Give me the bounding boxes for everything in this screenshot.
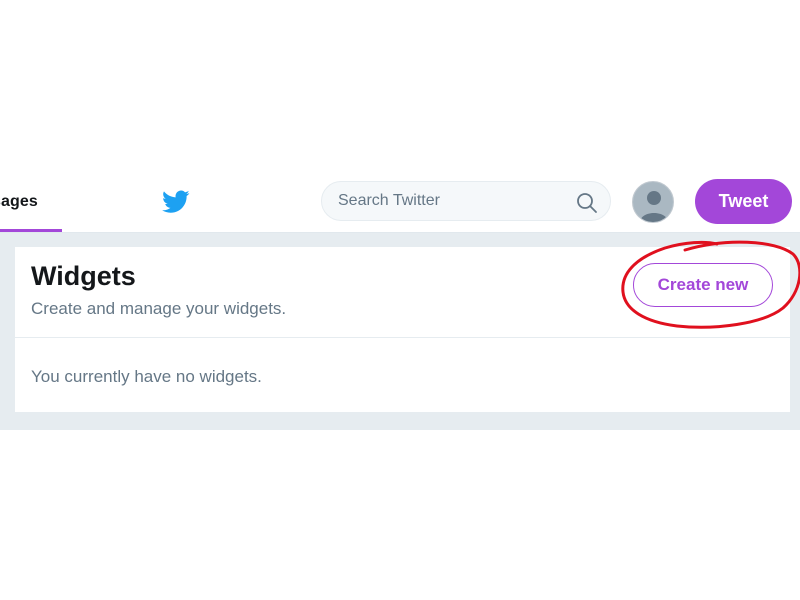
search-input[interactable]: [338, 182, 558, 220]
avatar[interactable]: [632, 181, 674, 223]
tab-messages[interactable]: sages: [0, 172, 54, 231]
default-avatar-icon: [633, 182, 673, 222]
empty-state-message: You currently have no widgets.: [31, 367, 262, 386]
search-box[interactable]: [321, 181, 611, 221]
tab-messages-label: sages: [0, 192, 38, 210]
search-icon[interactable]: [576, 192, 598, 214]
widgets-card: Widgets Create and manage your widgets. …: [15, 247, 790, 412]
widgets-card-header: Widgets Create and manage your widgets. …: [15, 247, 790, 338]
active-tab-indicator: [0, 229, 62, 232]
page-subtitle: Create and manage your widgets.: [31, 299, 287, 318]
page-title: Widgets: [31, 261, 136, 291]
page: sages Tweet Widgets Create and manage: [0, 0, 800, 600]
top-navigation-bar: sages Tweet: [0, 172, 800, 233]
create-new-button[interactable]: Create new: [633, 263, 773, 307]
tweet-button[interactable]: Tweet: [695, 179, 792, 224]
twitter-bird-icon[interactable]: [162, 190, 190, 214]
